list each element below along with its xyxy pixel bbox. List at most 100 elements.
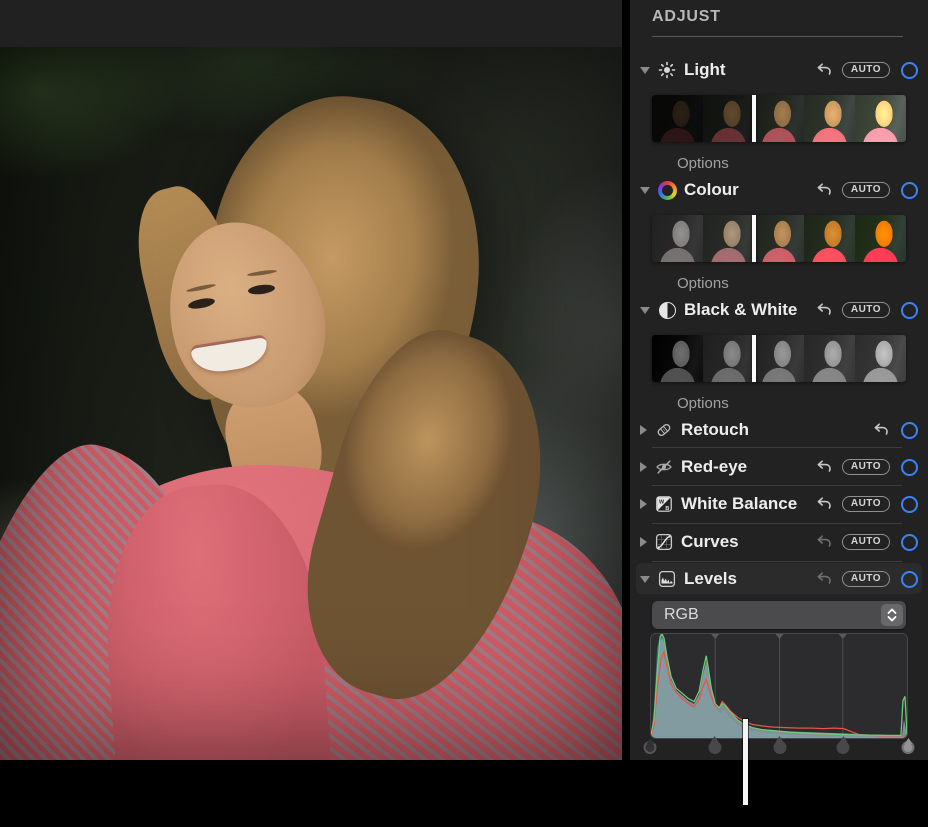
strip-thumbnail[interactable] (855, 95, 906, 142)
disclosure-right-icon[interactable] (640, 462, 647, 472)
disclosure-down-icon[interactable] (640, 576, 650, 583)
levels-handles-row (650, 737, 908, 755)
section-label: Retouch (681, 420, 749, 440)
strip-thumbnail[interactable] (804, 335, 855, 382)
strip-position-marker[interactable] (752, 95, 756, 142)
svg-text:B: B (665, 506, 669, 512)
strip-thumbnail[interactable] (855, 215, 906, 262)
section-header-black-white[interactable]: Black & White AUTO (640, 296, 918, 324)
section-header-white-balance[interactable]: WB White Balance AUTO (640, 490, 918, 518)
section-header-levels[interactable]: Levels AUTO (640, 565, 918, 593)
levels-handle[interactable] (837, 741, 850, 754)
section-label: Levels (684, 569, 737, 589)
photos-window: ADJUST Light AUTO Options (0, 0, 928, 827)
undo-icon[interactable] (815, 301, 833, 319)
section-label: White Balance (681, 494, 797, 514)
strip-thumbnail[interactable] (754, 95, 805, 142)
strip-thumbnail[interactable] (703, 215, 754, 262)
channel-select-value: RGB (664, 606, 699, 624)
enable-toggle[interactable] (901, 62, 918, 79)
levels-handle[interactable] (773, 741, 786, 754)
light-strip-slider[interactable] (652, 95, 906, 142)
strip-thumbnail[interactable] (804, 215, 855, 262)
disclosure-right-icon[interactable] (640, 425, 647, 435)
auto-button[interactable]: AUTO (842, 302, 890, 319)
auto-button[interactable]: AUTO (842, 571, 890, 588)
stepper-icon[interactable] (881, 604, 903, 626)
photo-canvas (0, 47, 622, 760)
eye-slash-icon (654, 457, 674, 477)
half-circle-icon (657, 300, 677, 320)
levels-icon (657, 569, 677, 589)
undo-icon[interactable] (815, 495, 833, 513)
sun-icon (657, 60, 677, 80)
strip-position-marker[interactable] (752, 335, 756, 382)
strip-thumbnail[interactable] (652, 335, 703, 382)
auto-button[interactable]: AUTO (842, 62, 890, 79)
levels-handle[interactable] (644, 741, 657, 754)
channel-select[interactable]: RGB (652, 601, 906, 629)
strip-thumbnail[interactable] (703, 95, 754, 142)
auto-button[interactable]: AUTO (842, 182, 890, 199)
colour-wheel-icon (657, 180, 677, 200)
row-divider (652, 447, 902, 448)
undo-icon[interactable] (815, 570, 833, 588)
top-bar (0, 0, 622, 47)
photo-vignette (0, 47, 622, 760)
enable-toggle[interactable] (901, 459, 918, 476)
section-label: Colour (684, 180, 739, 200)
strip-thumbnail[interactable] (652, 215, 703, 262)
options-label: Options (677, 275, 729, 292)
title-divider (652, 36, 903, 37)
white-balance-icon: WB (654, 494, 674, 514)
section-header-red-eye[interactable]: Red-eye AUTO (640, 453, 918, 481)
row-divider (652, 523, 902, 524)
black-white-strip-slider[interactable] (652, 335, 906, 382)
strip-thumbnail[interactable] (804, 95, 855, 142)
disclosure-down-icon[interactable] (640, 67, 650, 74)
auto-button[interactable]: AUTO (842, 459, 890, 476)
enable-toggle[interactable] (901, 422, 918, 439)
section-label: Red-eye (681, 457, 747, 477)
colour-options[interactable]: Options (662, 273, 729, 293)
bandage-icon (654, 420, 674, 440)
enable-toggle[interactable] (901, 302, 918, 319)
strip-thumbnail[interactable] (855, 335, 906, 382)
disclosure-right-icon[interactable] (640, 499, 647, 509)
levels-handle[interactable] (902, 741, 915, 754)
undo-icon[interactable] (872, 421, 890, 439)
enable-toggle[interactable] (901, 182, 918, 199)
strip-thumbnail[interactable] (754, 335, 805, 382)
auto-button[interactable]: AUTO (842, 534, 890, 551)
section-header-retouch[interactable]: Retouch (640, 416, 918, 444)
enable-toggle[interactable] (901, 534, 918, 551)
section-header-curves[interactable]: Curves AUTO (640, 528, 918, 556)
strip-thumbnail[interactable] (703, 335, 754, 382)
options-label: Options (677, 155, 729, 172)
auto-button[interactable]: AUTO (842, 496, 890, 513)
undo-icon[interactable] (815, 61, 833, 79)
section-header-light[interactable]: Light AUTO (640, 56, 918, 84)
section-header-colour[interactable]: Colour AUTO (640, 176, 918, 204)
undo-icon[interactable] (815, 458, 833, 476)
light-options[interactable]: Options (662, 153, 729, 173)
levels-histogram[interactable] (650, 633, 908, 739)
strip-position-marker[interactable] (752, 215, 756, 262)
levels-handle[interactable] (708, 741, 721, 754)
colour-strip-slider[interactable] (652, 215, 906, 262)
section-label: Light (684, 60, 726, 80)
callout-line (743, 719, 748, 805)
adjust-sidebar: ADJUST Light AUTO Options (630, 0, 928, 760)
enable-toggle[interactable] (901, 496, 918, 513)
enable-toggle[interactable] (901, 571, 918, 588)
undo-icon[interactable] (815, 181, 833, 199)
undo-icon[interactable] (815, 533, 833, 551)
strip-thumbnail[interactable] (652, 95, 703, 142)
disclosure-down-icon[interactable] (640, 307, 650, 314)
black-white-options[interactable]: Options (662, 393, 729, 413)
histogram-chart (651, 634, 907, 738)
row-divider (652, 485, 902, 486)
disclosure-right-icon[interactable] (640, 537, 647, 547)
strip-thumbnail[interactable] (754, 215, 805, 262)
disclosure-down-icon[interactable] (640, 187, 650, 194)
